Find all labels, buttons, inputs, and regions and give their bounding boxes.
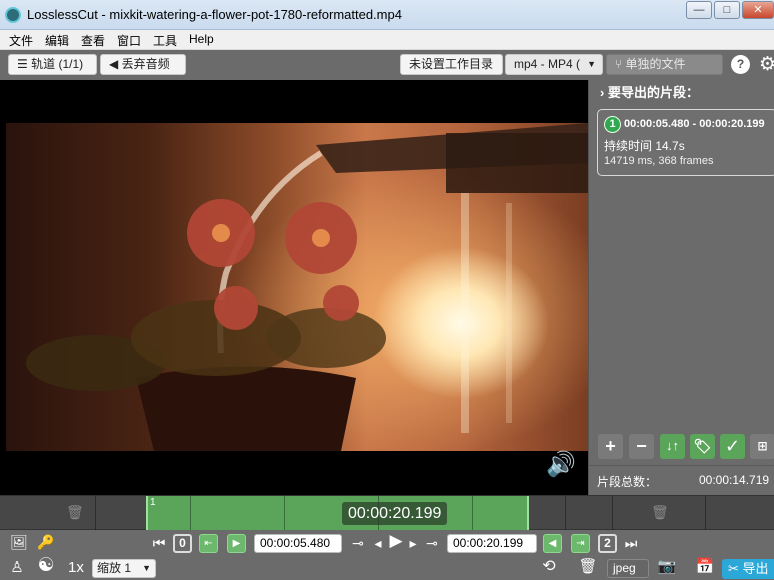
step-forward-icon[interactable]: ▸ <box>406 534 420 552</box>
volume-icon[interactable]: 🔊 <box>546 450 576 479</box>
checkmark-icon[interactable]: ✓ <box>720 434 745 459</box>
camera-icon[interactable]: 📷 <box>657 558 677 576</box>
segment-index-badge: 1 <box>604 116 621 133</box>
cut-end-time-input[interactable]: 00:00:20.199 <box>447 534 537 553</box>
key-left-icon[interactable]: ⊸ <box>348 534 368 552</box>
tag-icon[interactable]: 🏷 <box>690 434 715 459</box>
menu-edit[interactable]: 编辑 <box>45 32 69 49</box>
timeline-segment[interactable]: 1 <box>146 496 529 531</box>
split-icon: ⑂ <box>615 57 623 71</box>
start-segment-index[interactable]: 0 <box>173 534 192 553</box>
end-segment-index[interactable]: 2 <box>598 534 617 553</box>
set-cut-start-icon[interactable]: ▶ <box>227 534 246 553</box>
speaker-icon: ◀ <box>109 57 119 71</box>
timeline-current-time: 00:00:20.199 <box>342 502 448 525</box>
discard-audio-label: 丢弃音频 <box>121 57 170 71</box>
jump-cut-start-icon[interactable]: ⇤ <box>199 534 218 553</box>
trash-icon[interactable]: 🗑 <box>578 558 598 576</box>
window-title: LosslessCut - mixkit-watering-a-flower-p… <box>27 7 402 22</box>
add-segment-icon[interactable]: + <box>598 434 623 459</box>
export-button-label: 导出 <box>742 561 769 576</box>
cut-start-time-input[interactable]: 00:00:05.480 <box>254 534 342 553</box>
playback-controls: 🖼 🔑 ⏮ 0 ⇤ ▶ 00:00:05.480 ⊸ ◂ ▶ ▸ ⊸ 00:00… <box>0 530 774 557</box>
menu-help[interactable]: Help <box>189 32 214 46</box>
maximize-button[interactable]: □ <box>714 1 740 19</box>
timeline[interactable]: 🗑 🗑 1 00:00:20.199 <box>0 495 774 531</box>
zoom-select[interactable]: 缩放 1 ▼ <box>92 559 156 578</box>
sort-segments-icon[interactable]: ↓↑ <box>660 434 685 459</box>
remove-segment-icon[interactable]: − <box>629 434 654 459</box>
rotate-icon[interactable]: ⟲ <box>538 558 560 576</box>
output-mode-label: 单独的文件 <box>625 57 686 71</box>
yin-yang-icon[interactable]: ☯ <box>34 556 58 575</box>
segment-frames: 14719 ms, 368 frames <box>604 155 714 167</box>
set-cut-end-icon[interactable]: ◀ <box>543 534 562 553</box>
segments-title-label: 要导出的片段： <box>607 85 699 100</box>
menu-bar: 文件 编辑 查看 窗口 工具 Help <box>0 30 774 50</box>
person-icon[interactable]: ♙ <box>7 559 27 577</box>
scissors-icon: ✂ <box>728 561 739 576</box>
top-toolbar: ☰ 轨道 (1/1) ◀ 丢弃音频 未设置工作目录 mp4 - MP4 ( ▼ … <box>0 50 774 80</box>
calendar-icon[interactable]: 📅 <box>695 558 715 576</box>
thumbnails-icon[interactable]: 🖼 <box>9 533 29 551</box>
snapshot-format-select[interactable]: jpeg <box>607 559 649 578</box>
timeline-segment-marker: 1 <box>150 497 156 508</box>
play-icon[interactable]: ▶ <box>386 532 406 550</box>
list-icon: ☰ <box>17 57 28 71</box>
close-button[interactable]: ✕ <box>742 1 774 19</box>
tracks-button[interactable]: ☰ 轨道 (1/1) <box>8 54 97 75</box>
merge-segments-icon[interactable]: ⊞ <box>750 434 774 459</box>
bottom-controls: ♙ ☯ 1x 缩放 1 ▼ ⟲ 🗑 jpeg 📷 📅 ✂ 导出 <box>0 556 774 580</box>
segments-total-row: 片段总数： 00:00:14.719 <box>588 465 774 495</box>
video-player[interactable]: 🔊 <box>0 80 588 495</box>
segments-total-label: 片段总数： <box>597 475 658 489</box>
video-frame <box>6 123 588 451</box>
app-icon <box>5 7 21 23</box>
help-icon[interactable]: ? <box>731 55 750 74</box>
zoom-select-value: 缩放 1 <box>97 561 132 575</box>
chevron-down-icon: ▼ <box>587 59 596 69</box>
video-image <box>26 123 588 451</box>
segments-panel-title: › 要导出的片段： <box>600 82 699 101</box>
chevron-down-icon: ▼ <box>142 563 151 573</box>
working-directory-button[interactable]: 未设置工作目录 <box>400 54 503 75</box>
segment-time-range: 00:00:05.480 - 00:00:20.199 <box>624 118 765 130</box>
minimize-button[interactable]: — <box>686 1 712 19</box>
chevron-right-icon[interactable]: › <box>600 85 604 100</box>
export-button[interactable]: ✂ 导出 <box>722 559 774 579</box>
discard-audio-button[interactable]: ◀ 丢弃音频 <box>100 54 186 75</box>
trash-icon[interactable]: 🗑 <box>651 504 669 521</box>
jump-cut-end-icon[interactable]: ⇥ <box>571 534 590 553</box>
menu-file[interactable]: 文件 <box>9 32 33 49</box>
format-select[interactable]: mp4 - MP4 ( ▼ <box>505 54 603 75</box>
segment-card[interactable]: 1 00:00:05.480 - 00:00:20.199 持续时间 14.7s… <box>597 109 774 176</box>
key-icon[interactable]: 🔑 <box>36 533 56 551</box>
trash-icon[interactable]: 🗑 <box>66 504 84 521</box>
step-back-icon[interactable]: ◂ <box>371 534 385 552</box>
gear-icon[interactable]: ⚙ <box>759 53 774 76</box>
tracks-button-label: 轨道 (1/1) <box>31 57 84 71</box>
segment-duration: 持续时间 14.7s <box>604 139 685 153</box>
output-mode-button[interactable]: ⑂ 单独的文件 <box>606 54 723 75</box>
jump-end-icon[interactable]: ⏭ <box>624 534 638 552</box>
playback-speed[interactable]: 1x <box>68 559 84 576</box>
segments-total-value: 00:00:14.719 <box>699 473 770 487</box>
menu-tools[interactable]: 工具 <box>153 32 177 49</box>
format-select-value: mp4 - MP4 ( <box>514 57 581 71</box>
key-right-icon[interactable]: ⊸ <box>422 534 442 552</box>
menu-window[interactable]: 窗口 <box>117 32 141 49</box>
menu-view[interactable]: 查看 <box>81 32 105 49</box>
jump-start-icon[interactable]: ⏮ <box>152 534 166 552</box>
title-bar: LosslessCut - mixkit-watering-a-flower-p… <box>0 0 774 30</box>
